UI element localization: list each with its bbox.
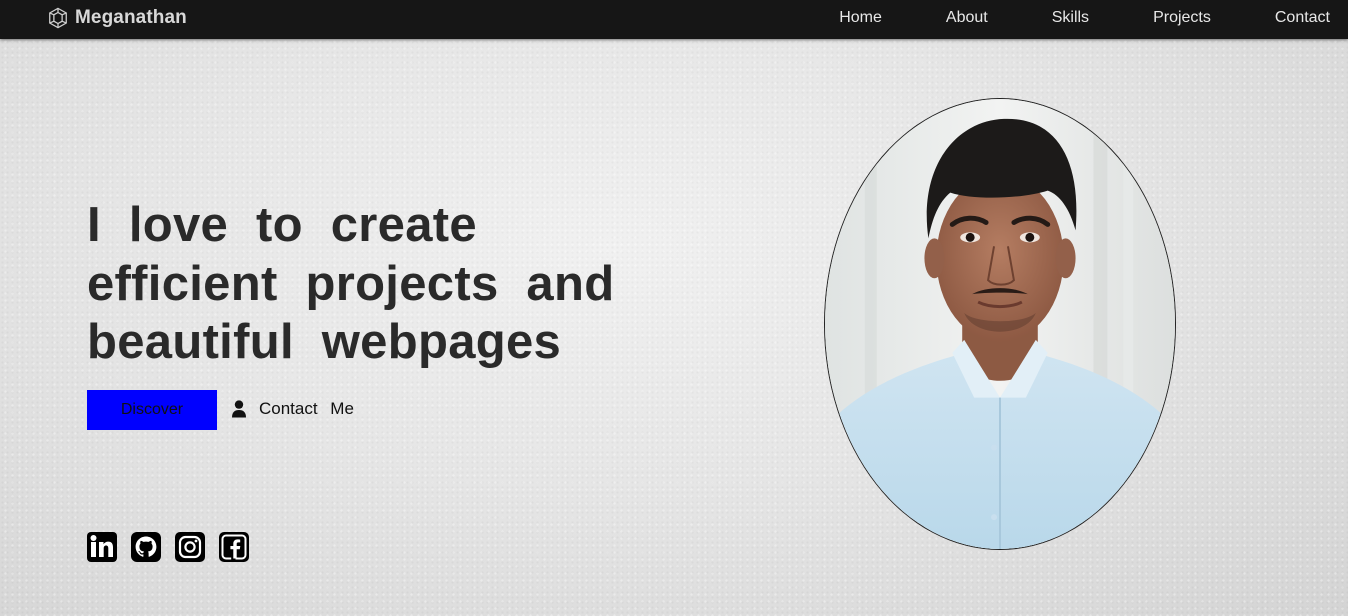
github-icon[interactable]: [131, 532, 161, 562]
brand[interactable]: Meganathan: [47, 7, 187, 29]
nav-link-skills[interactable]: Skills: [1052, 9, 1089, 27]
nav-link-home[interactable]: Home: [839, 9, 882, 27]
hero-title-line: beautiful webpages: [87, 315, 562, 369]
hexagon-logo-icon: [47, 7, 69, 29]
navbar: Meganathan Home About Skills Projects Co…: [0, 0, 1348, 39]
instagram-icon[interactable]: [175, 532, 205, 562]
contact-me-label: Contact Me: [259, 399, 354, 418]
facebook-icon[interactable]: [219, 532, 249, 562]
brand-name: Meganathan: [75, 7, 187, 28]
hero-title: I love to create efficient projects and …: [87, 196, 647, 372]
discover-button[interactable]: Discover: [87, 390, 217, 430]
nav-links: Home About Skills Projects Contact: [839, 0, 1330, 35]
linkedin-icon[interactable]: [87, 532, 117, 562]
social-links: [87, 532, 249, 562]
nav-link-projects[interactable]: Projects: [1153, 9, 1211, 27]
contact-me-link[interactable]: Contact Me: [232, 398, 354, 420]
hero-title-line: efficient projects and: [87, 256, 615, 311]
nav-link-contact[interactable]: Contact: [1275, 9, 1330, 27]
nav-link-about[interactable]: About: [946, 9, 988, 27]
profile-photo: [824, 98, 1176, 550]
hero-title-line: I love to create: [87, 198, 477, 252]
user-icon: [232, 400, 246, 418]
